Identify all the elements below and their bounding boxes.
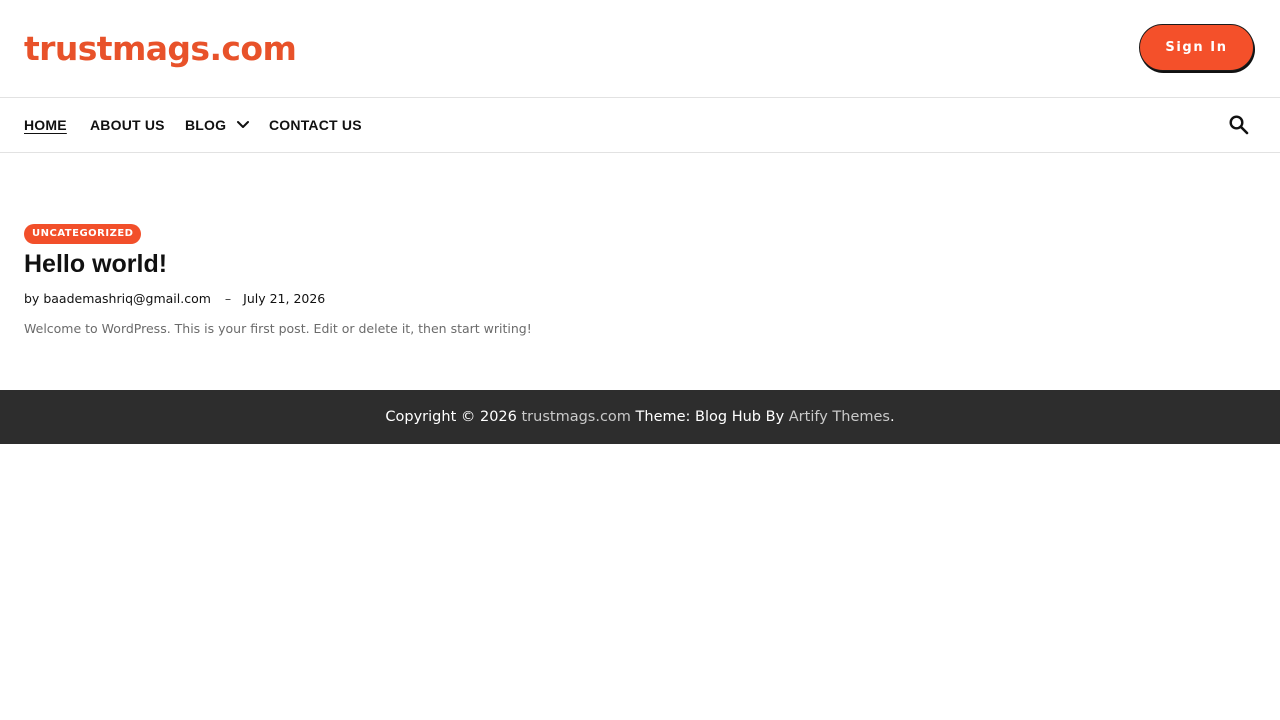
post-excerpt: Welcome to WordPress. This is your first… (24, 321, 532, 336)
nav-item-blog[interactable]: BLOG (185, 98, 250, 152)
site-footer: Copyright © 2026 trustmags.com Theme: Bl… (0, 390, 1280, 444)
site-title[interactable]: trustmags.com (24, 28, 297, 70)
meta-separator: – (224, 291, 232, 306)
footer-site-link[interactable]: trustmags.com (522, 409, 631, 425)
theme-author-link[interactable]: Artify Themes (789, 409, 890, 425)
chevron-down-icon[interactable] (236, 118, 250, 132)
by-prefix: by (24, 291, 40, 306)
site-header: trustmags.com Sign In (0, 0, 1280, 98)
footer-period: . (889, 409, 895, 425)
post-title[interactable]: Hello world! (24, 250, 167, 279)
post-meta: by baademashriq@gmail.com – July 21, 202… (24, 291, 325, 306)
theme-credit-text: Theme: Blog Hub By (635, 409, 785, 425)
post-date-link[interactable]: July 21, 2026 (243, 291, 325, 306)
nav-item-home[interactable]: HOME (24, 98, 67, 152)
category-badge[interactable]: UNCATEGORIZED (24, 224, 142, 244)
post-author-link[interactable]: baademashriq@gmail.com (43, 291, 211, 306)
nav-item-about-us[interactable]: ABOUT US (90, 98, 165, 152)
nav-item-label: ABOUT US (90, 117, 165, 133)
post-card: UNCATEGORIZED Hello world! by baademashr… (24, 221, 924, 336)
search-icon[interactable] (1228, 114, 1250, 136)
sign-in-button[interactable]: Sign In (1139, 24, 1254, 71)
main-navigation: HOME ABOUT US BLOG CONTACT US (0, 98, 1280, 153)
nav-item-label: CONTACT US (269, 117, 362, 133)
nav-item-label: HOME (24, 117, 67, 133)
nav-item-label: BLOG (185, 117, 227, 133)
nav-item-contact-us[interactable]: CONTACT US (269, 98, 362, 152)
copyright-text: Copyright © 2026 (385, 409, 517, 425)
